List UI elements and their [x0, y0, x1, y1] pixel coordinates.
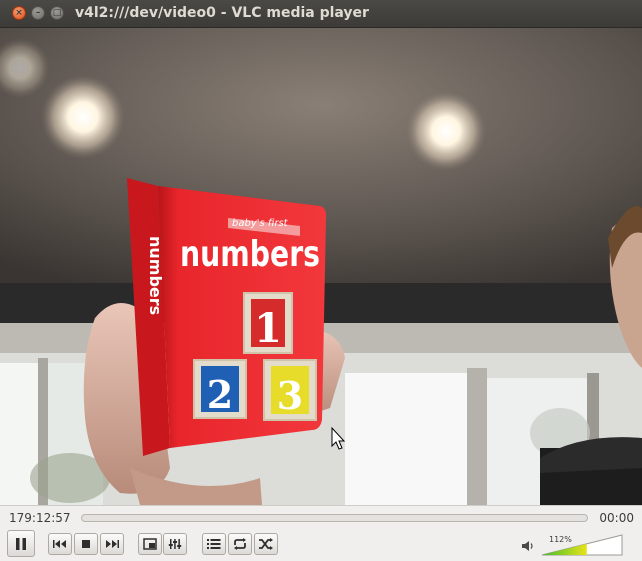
- stop-button[interactable]: [74, 533, 98, 555]
- next-button[interactable]: [100, 533, 124, 555]
- elapsed-time[interactable]: 179:12:57: [9, 511, 71, 525]
- book-subtitle-text: baby's first: [232, 218, 289, 229]
- close-icon: ×: [15, 7, 23, 18]
- seek-slider[interactable]: [81, 514, 588, 522]
- pause-icon: [16, 537, 26, 550]
- stop-icon: [82, 540, 90, 548]
- total-time[interactable]: 00:00: [599, 511, 634, 525]
- close-window-button[interactable]: ×: [12, 6, 26, 20]
- block-1-text: 1: [254, 305, 282, 352]
- video-output[interactable]: baby's first numbers numbers 1 2 3: [0, 28, 642, 505]
- previous-button[interactable]: [48, 533, 72, 555]
- shuffle-icon: [259, 538, 273, 550]
- equalizer-icon: [168, 539, 182, 549]
- webcam-frame: baby's first numbers numbers 1 2 3: [0, 28, 642, 505]
- book-spine-text: numbers: [146, 236, 165, 315]
- minimize-window-button[interactable]: –: [31, 6, 45, 20]
- vlc-window: × – □ v4l2:///dev/video0 - VLC media pla…: [0, 0, 642, 561]
- book-title-text: numbers: [180, 234, 320, 275]
- next-icon: [106, 540, 119, 548]
- speaker-icon[interactable]: [521, 540, 535, 552]
- window-title: v4l2:///dev/video0 - VLC media player: [75, 5, 369, 21]
- fullscreen-button[interactable]: [138, 533, 162, 555]
- fullscreen-icon: [143, 538, 157, 550]
- block-3-text: 3: [277, 373, 303, 418]
- loop-icon: [234, 538, 246, 550]
- playlist-icon: [207, 539, 221, 549]
- block-2-text: 2: [207, 372, 233, 417]
- extended-settings-button[interactable]: [163, 533, 187, 555]
- random-button[interactable]: [254, 533, 278, 555]
- previous-icon: [53, 540, 66, 548]
- minimize-icon: –: [35, 7, 41, 18]
- volume-percent: 112%: [549, 535, 572, 544]
- loop-button[interactable]: [228, 533, 252, 555]
- title-bar[interactable]: × – □ v4l2:///dev/video0 - VLC media pla…: [0, 0, 642, 28]
- maximize-icon: □: [52, 7, 62, 18]
- pause-button[interactable]: [7, 530, 35, 557]
- playlist-button[interactable]: [202, 533, 226, 555]
- maximize-window-button[interactable]: □: [50, 6, 64, 20]
